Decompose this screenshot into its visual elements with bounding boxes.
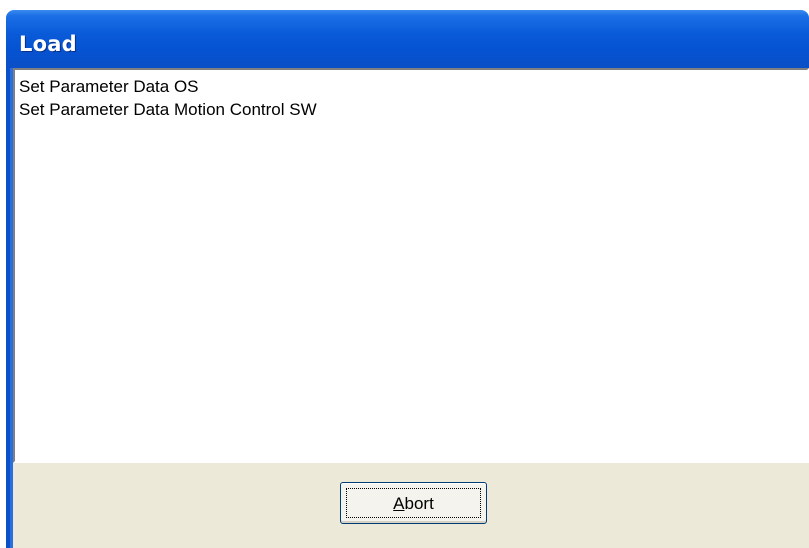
abort-label-rest: bort [404,494,434,513]
abort-button-label: Abort [341,494,486,514]
log-listbox[interactable]: Set Parameter Data OS Set Parameter Data… [13,68,809,463]
log-line: Set Parameter Data Motion Control SW [19,100,317,119]
abort-button[interactable]: Abort [340,482,487,524]
dialog-client-area: Set Parameter Data OS Set Parameter Data… [13,68,809,548]
window-title: Load [19,32,77,56]
abort-mnemonic: A [393,494,405,513]
log-line: Set Parameter Data OS [19,77,199,96]
log-lines: Set Parameter Data OS Set Parameter Data… [19,75,317,121]
title-bar[interactable]: Load [6,10,809,68]
load-dialog: Load Set Parameter Data OS Set Parameter… [0,0,809,548]
